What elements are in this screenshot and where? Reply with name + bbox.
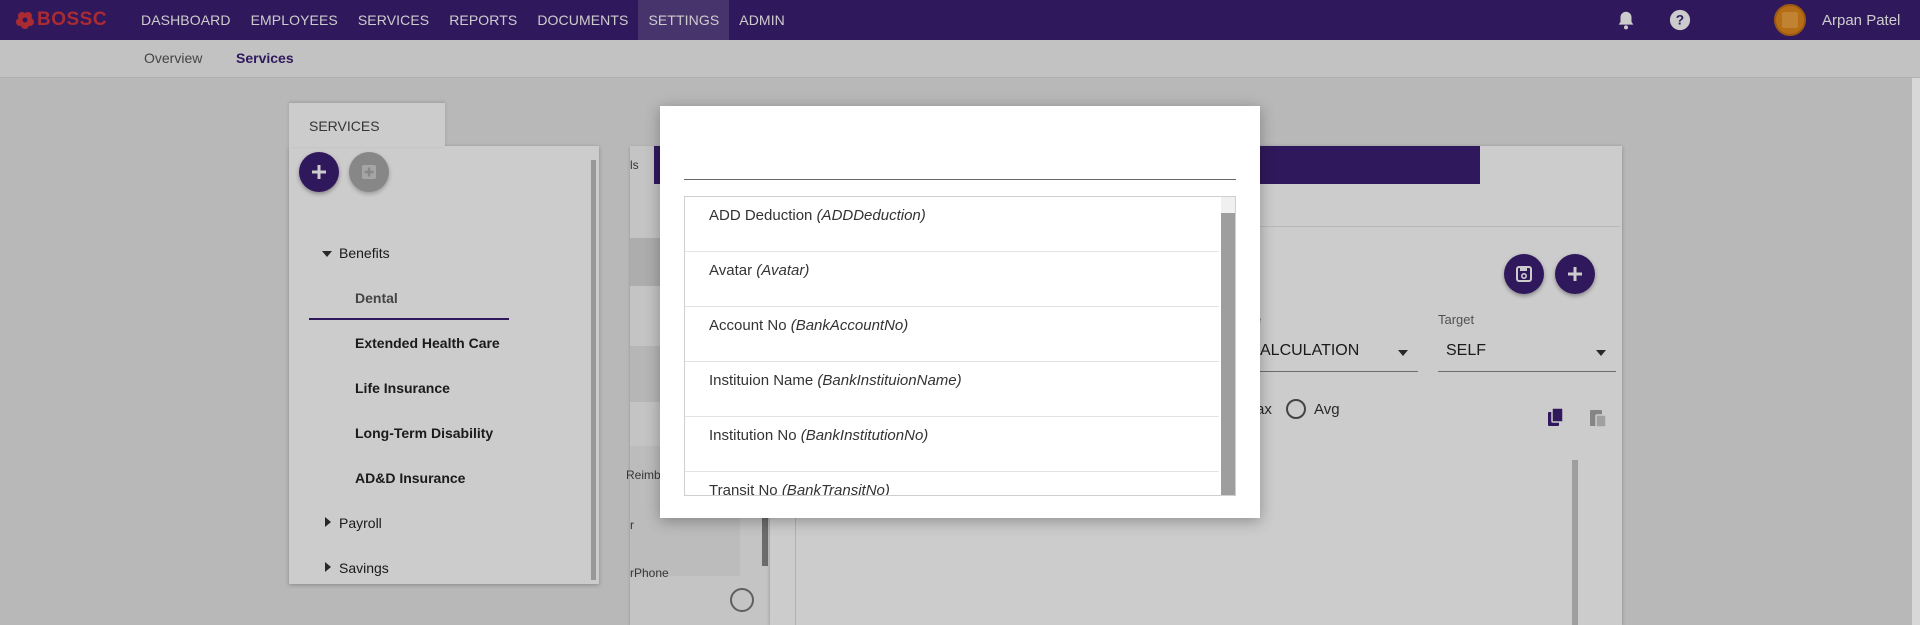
list-item-label: Avatar (709, 262, 753, 279)
page-scrollbar[interactable] (1912, 78, 1920, 625)
list-item-code: (BankAccountNo) (790, 317, 909, 334)
field-picker-dialog: ADD Deduction (ADDDeduction) Avatar (Ava… (660, 106, 1260, 518)
list-item-code: (BankTransitNo) (781, 482, 890, 496)
field-list[interactable]: ADD Deduction (ADDDeduction) Avatar (Ava… (684, 196, 1236, 496)
list-item-label: Institution No (709, 427, 797, 444)
field-search-input[interactable] (684, 128, 1236, 180)
list-item[interactable]: ADD Deduction (ADDDeduction) (685, 197, 1219, 252)
list-item[interactable]: Institution No (BankInstitutionNo) (685, 417, 1219, 472)
list-item-code: (BankInstituionName) (817, 372, 962, 389)
list-scrollbar-track[interactable] (1221, 197, 1235, 495)
list-item[interactable]: Instituion Name (BankInstituionName) (685, 362, 1219, 417)
list-item[interactable]: Account No (BankAccountNo) (685, 307, 1219, 362)
list-item-label: Account No (709, 317, 787, 334)
list-item[interactable]: Avatar (Avatar) (685, 252, 1219, 307)
list-item-label: ADD Deduction (709, 207, 813, 224)
list-item-code: (Avatar) (756, 262, 810, 279)
list-item-label: Instituion Name (709, 372, 814, 389)
list-item-code: (BankInstitutionNo) (800, 427, 929, 444)
list-scrollbar-thumb[interactable] (1221, 213, 1235, 495)
list-item[interactable]: Transit No (BankTransitNo) (685, 472, 1219, 496)
list-item-label: Transit No (709, 482, 778, 496)
list-item-code: (ADDDeduction) (816, 207, 926, 224)
